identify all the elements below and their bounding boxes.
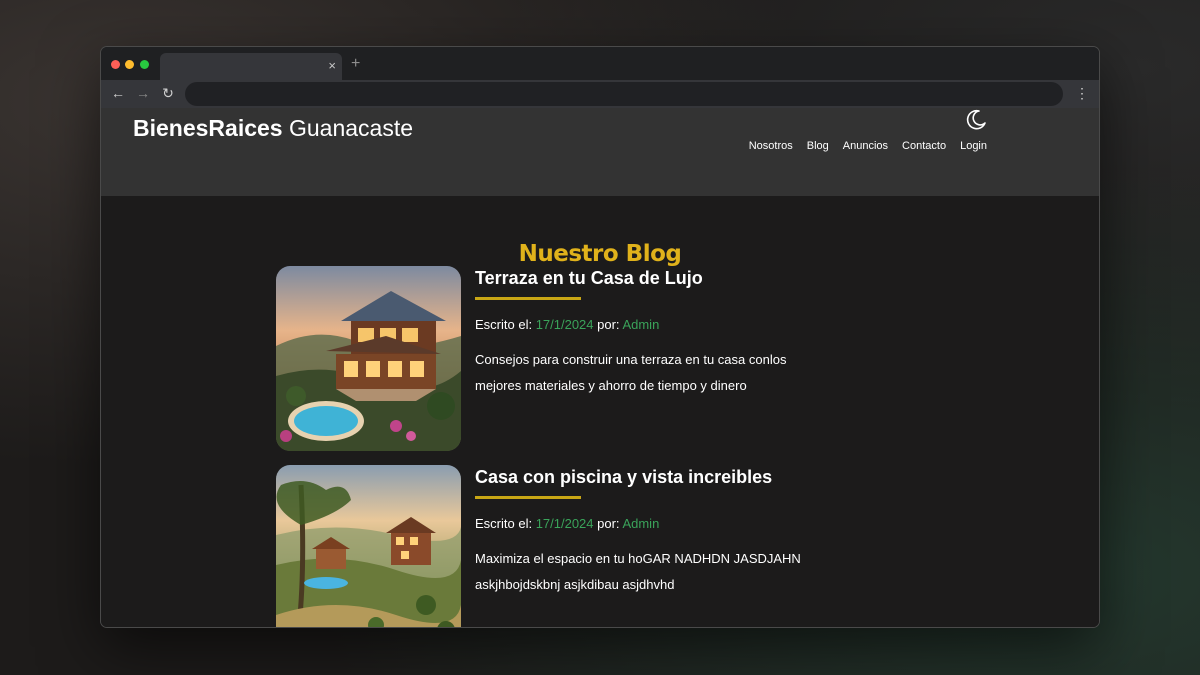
title-underline — [475, 297, 581, 300]
minimize-window-button[interactable] — [125, 60, 134, 69]
title-underline — [475, 496, 581, 499]
blog-entry-image[interactable] — [276, 465, 461, 627]
dark-mode-moon-icon[interactable] — [964, 108, 988, 132]
blog-entry-excerpt: Maximiza el espacio en tu hoGAR NADHDN J… — [475, 551, 801, 592]
reload-icon[interactable]: ↻ — [160, 85, 176, 102]
logo-light-text: Guanacaste — [282, 115, 414, 141]
blog-entry-excerpt: Consejos para construir una terraza en t… — [475, 352, 787, 393]
blog-entry-content: Terraza en tu Casa de Lujo Escrito el: 1… — [475, 266, 835, 412]
by-label: por: — [593, 317, 623, 332]
written-label: Escrito el: — [475, 516, 536, 531]
blog-entry-title[interactable]: Casa con piscina y vista increibles — [475, 465, 835, 489]
nav-link-nosotros[interactable]: Nosotros — [749, 140, 793, 152]
maximize-window-button[interactable] — [140, 60, 149, 69]
house-with-pool-view-illustration — [276, 465, 461, 627]
browser-menu-icon[interactable]: ⋮ — [1075, 85, 1089, 102]
browser-tab-active[interactable]: × — [160, 53, 342, 80]
blog-entry-content: Casa con piscina y vista increibles Escr… — [475, 465, 835, 611]
nav-link-anuncios[interactable]: Anuncios — [843, 140, 888, 152]
blog-entry-author: Admin — [622, 317, 660, 332]
nav-link-blog[interactable]: Blog — [807, 140, 829, 152]
blog-entry-date: 17/1/2024 — [535, 317, 594, 332]
blog-entry-title[interactable]: Terraza en tu Casa de Lujo — [475, 266, 835, 290]
site-logo[interactable]: BienesRaices Guanacaste — [133, 115, 413, 142]
by-label: por: — [593, 516, 623, 531]
new-tab-button[interactable]: + — [351, 55, 360, 73]
nav-link-login[interactable]: Login — [960, 140, 987, 152]
site-header: BienesRaices Guanacaste Nosotros Blog An… — [101, 108, 1099, 196]
luxury-house-terrace-illustration — [276, 266, 461, 451]
tab-close-icon[interactable]: × — [328, 58, 336, 73]
blog-entry-image[interactable] — [276, 266, 461, 451]
blog-entry-author: Admin — [622, 516, 660, 531]
written-label: Escrito el: — [475, 317, 536, 332]
blog-entry-meta: Escrito el: 17/1/2024 por: Admin — [475, 317, 835, 332]
blog-entry-date: 17/1/2024 — [535, 516, 594, 531]
browser-window: × + ← → ↻ ⋮ BienesRaices Guanacaste Noso… — [101, 47, 1099, 627]
browser-toolbar: ← → ↻ ⋮ — [101, 80, 1099, 108]
forward-arrow-icon[interactable]: → — [135, 85, 151, 101]
blog-entry-meta: Escrito el: 17/1/2024 por: Admin — [475, 516, 835, 531]
main-navigation: Nosotros Blog Anuncios Contacto Login — [749, 140, 987, 152]
tab-strip: × + — [101, 47, 1099, 80]
nav-link-contacto[interactable]: Contacto — [902, 140, 946, 152]
close-window-button[interactable] — [111, 60, 120, 69]
website-viewport: BienesRaices Guanacaste Nosotros Blog An… — [101, 108, 1099, 627]
logo-bold-text: BienesRaices — [133, 115, 283, 141]
address-bar[interactable] — [185, 82, 1063, 106]
blog-heading: Nuestro Blog — [518, 241, 682, 268]
back-arrow-icon[interactable]: ← — [110, 85, 126, 101]
